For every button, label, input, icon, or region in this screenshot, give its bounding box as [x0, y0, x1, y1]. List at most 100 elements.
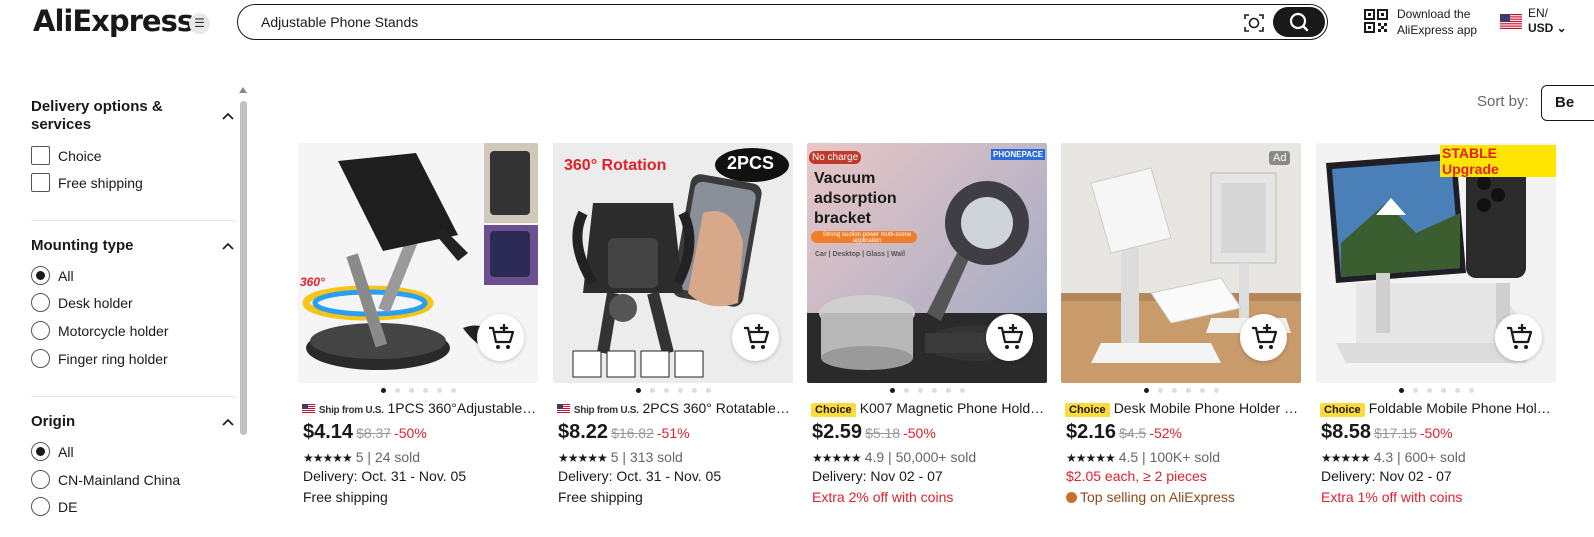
ship-from-tag: Ship from U.S.	[573, 405, 639, 416]
chevron-up-icon[interactable]	[222, 242, 234, 250]
filter-title-mounting: Mounting type	[31, 237, 134, 254]
rating-row: ★★★★★ 4.3 | 600+ sold	[1321, 449, 1466, 465]
product-card[interactable]: No charge PHONEPACE Vacuum adsorption br…	[807, 143, 1047, 537]
discount-percent: -52%	[1149, 425, 1182, 441]
sort-dropdown[interactable]: Be	[1541, 85, 1594, 121]
image-badge-text: STABLE Upgrade	[1440, 145, 1556, 177]
cart-plus-icon	[489, 324, 515, 349]
discount-percent: -50%	[903, 425, 936, 441]
us-flag-icon	[557, 404, 570, 413]
sold-count: 600+ sold	[1404, 449, 1466, 465]
radio-button[interactable]	[31, 266, 50, 285]
radio-button[interactable]	[31, 470, 50, 489]
hamburger-menu-icon[interactable]: ☰	[189, 13, 210, 34]
image-badge-brand: PHONEPACE	[991, 149, 1046, 160]
discount-percent: -51%	[656, 425, 690, 441]
qr-code-icon[interactable]	[1364, 9, 1388, 33]
product-title[interactable]: 1PCS 360°Adjustable Desktop Phone Stand	[387, 400, 538, 416]
language-currency-selector[interactable]: EN/ USD ⌄	[1528, 6, 1567, 36]
download-line-2: AliExpress app	[1397, 23, 1478, 37]
filter-sidebar: Delivery options & services Choice Free …	[0, 80, 252, 537]
filter-title-delivery: Delivery options & services	[31, 98, 163, 133]
product-title[interactable]: Desk Mobile Phone Holder Stand	[1114, 400, 1301, 416]
image-carousel-dots[interactable]	[1391, 388, 1481, 394]
radio-button[interactable]	[31, 497, 50, 516]
image-badge-text: 360° Rotation	[564, 157, 667, 174]
filter-title-origin: Origin	[31, 413, 76, 430]
image-badge-2pcs: 2PCS	[727, 153, 775, 173]
product-price: $2.59	[812, 421, 863, 443]
price-row: $2.59 $5.18 -50%	[812, 421, 936, 445]
image-badge-text: 360°	[300, 275, 325, 289]
image-carousel-dots[interactable]	[882, 388, 972, 394]
product-title-line[interactable]: Choice Desk Mobile Phone Holder Stand	[1065, 399, 1301, 417]
delivery-info: Delivery: Nov 02 - 07	[1321, 468, 1452, 484]
aliexpress-logo[interactable]: AliExpress	[33, 4, 194, 38]
product-title-line[interactable]: Ship from U.S. 1PCS 360°Adjustable Deskt…	[302, 399, 538, 417]
product-card[interactable]: STABLE Upgrade Choice Foldable Mobile Pho…	[1316, 143, 1556, 537]
scroll-up-arrow-icon[interactable]	[239, 87, 247, 93]
product-card[interactable]: 360° Rotation 2PCS Ship from U.S. 2PCS 3…	[553, 143, 793, 537]
image-carousel-dots[interactable]	[628, 388, 718, 394]
add-to-cart-button[interactable]	[1240, 314, 1287, 361]
chevron-up-icon[interactable]	[222, 418, 234, 426]
star-rating-icon: ★★★★★	[558, 451, 608, 465]
product-title[interactable]: K007 Magnetic Phone Holder for Car	[860, 400, 1047, 416]
product-price: $2.16	[1066, 421, 1117, 443]
bulk-price-info: $2.05 each, ≥ 2 pieces	[1066, 468, 1207, 484]
extra-info: Free shipping	[303, 489, 388, 505]
image-carousel-dots[interactable]	[373, 388, 463, 394]
rating-value: 5	[610, 449, 619, 465]
radio-button[interactable]	[31, 293, 50, 312]
rating-row: ★★★★★ 4.5 | 100K+ sold	[1066, 449, 1221, 465]
sold-count: 313 sold	[629, 449, 683, 465]
rating-value: 4.9	[864, 449, 885, 465]
checkbox[interactable]	[31, 146, 50, 165]
product-title-line[interactable]: Choice Foldable Mobile Phone Holder Stand	[1320, 399, 1556, 417]
download-app-link[interactable]: Download the AliExpress app	[1397, 6, 1477, 38]
product-price: $8.22	[558, 421, 609, 443]
us-flag-icon[interactable]	[1500, 14, 1522, 29]
header: AliExpress ☰ Download the AliExpress app	[0, 0, 1594, 44]
search-button[interactable]	[1273, 7, 1325, 37]
image-headline: Vacuum adsorption bracket	[814, 170, 897, 227]
us-flag-icon	[302, 404, 315, 413]
checkbox[interactable]	[31, 173, 50, 192]
star-rating-icon: ★★★★★	[812, 451, 862, 465]
search-input[interactable]	[261, 11, 1221, 33]
chevron-down-icon: ⌄	[1553, 21, 1567, 35]
cart-plus-icon	[1507, 324, 1533, 349]
radio-button[interactable]	[31, 442, 50, 461]
product-card[interactable]: 360° Ship from U.S. 1PCS 360°Adjustable …	[298, 143, 538, 537]
add-to-cart-button[interactable]	[1495, 314, 1542, 361]
product-title[interactable]: Foldable Mobile Phone Holder Stand	[1369, 400, 1556, 416]
add-to-cart-button[interactable]	[986, 314, 1033, 361]
language-label: EN/	[1528, 6, 1549, 20]
price-row: $2.16 $4.5 -52%	[1066, 421, 1182, 445]
chevron-up-icon[interactable]	[222, 112, 234, 120]
divider	[31, 396, 236, 397]
rating-value: 4.5	[1118, 449, 1139, 465]
discount-percent: -50%	[1419, 425, 1453, 441]
sidebar-scrollbar[interactable]	[240, 101, 247, 435]
discount-percent: -50%	[394, 425, 427, 441]
product-title-line[interactable]: Ship from U.S. 2PCS 360° Rotatable Bike …	[557, 399, 793, 417]
image-carousel-dots[interactable]	[1136, 388, 1226, 394]
cart-plus-icon	[1252, 324, 1278, 349]
product-title[interactable]: 2PCS 360° Rotatable Bike Phone Holder	[642, 400, 793, 416]
delivery-info: Delivery: Oct. 31 - Nov. 05	[303, 468, 467, 484]
add-to-cart-button[interactable]	[732, 314, 779, 361]
rating-row: ★★★★★ 5 | 313 sold	[558, 449, 683, 465]
image-badge-no-charge: No charge	[809, 151, 862, 164]
rating-row: ★★★★★ 4.9 | 50,000+ sold	[812, 449, 977, 465]
product-title-line[interactable]: Choice K007 Magnetic Phone Holder for Car	[811, 399, 1047, 417]
price-row: $8.58 $17.15 -50%	[1321, 421, 1453, 445]
radio-button[interactable]	[31, 321, 50, 340]
product-card[interactable]: Ad Choice Desk Mobile Phone Holder Stand …	[1061, 143, 1301, 537]
radio-button[interactable]	[31, 349, 50, 368]
image-search-icon[interactable]	[1243, 12, 1265, 34]
rating-value: 4.3	[1373, 449, 1394, 465]
sold-count: 24 sold	[374, 449, 421, 465]
image-subline: Strong suction power multi-scene applica…	[822, 232, 912, 244]
add-to-cart-button[interactable]	[477, 314, 524, 361]
